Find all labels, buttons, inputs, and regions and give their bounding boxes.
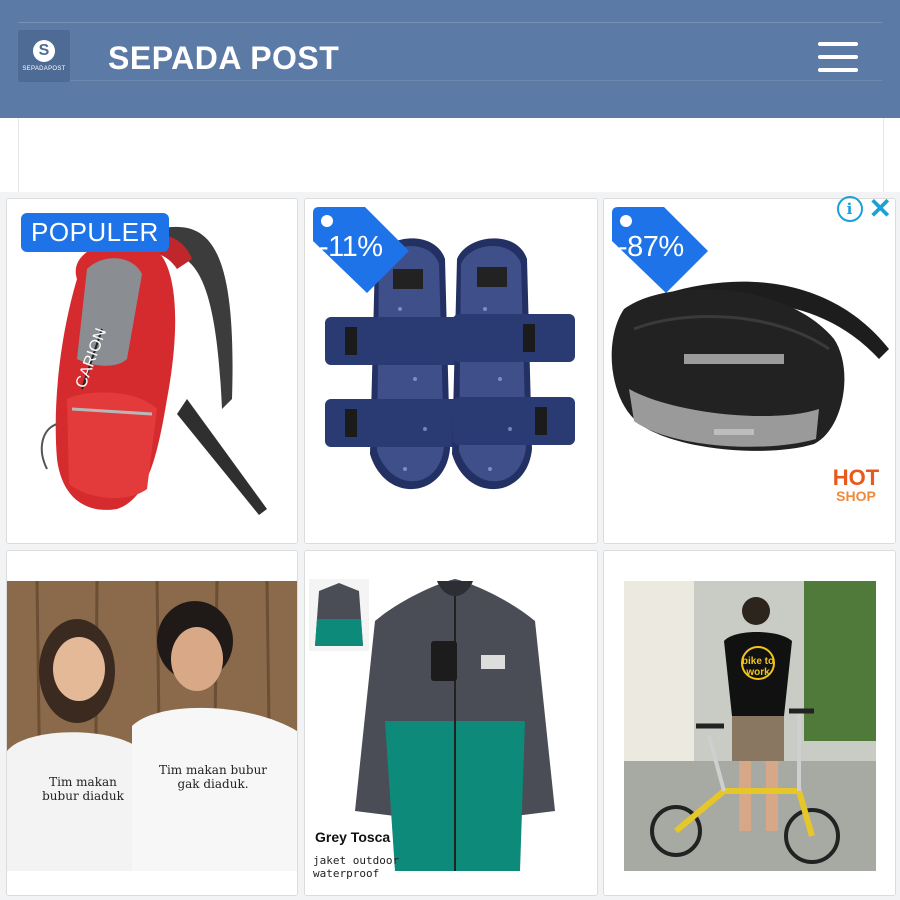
bike-shirt-text: bike to work <box>741 656 775 678</box>
logo-s-icon: S <box>33 40 55 62</box>
jacket-caption-title: Grey Tosca <box>315 829 391 845</box>
hot-shop-logo-top: HOT <box>832 465 880 490</box>
menu-bar <box>818 55 858 59</box>
couple-tshirts-image <box>7 551 297 895</box>
site-logo[interactable]: S SEPADAPOST <box>18 30 70 82</box>
shirt-text-left: Tim makan bubur diaduk <box>42 775 124 804</box>
product-card-couple-tshirts[interactable]: Tim makan bubur diaduk Tim makan bubur g… <box>6 550 298 896</box>
hot-shop-logo-bottom: SHOP <box>836 488 876 504</box>
header-divider-top <box>18 22 882 23</box>
hot-shop-logo: HOT SHOP <box>827 465 885 504</box>
ad-choices: i ✕ <box>836 195 892 223</box>
header-divider-bottom <box>18 80 882 81</box>
shirt-text-right: Tim makan bubur gak diaduk. <box>158 763 268 792</box>
jacket-caption-subtitle: jaket outdoor waterproof <box>313 853 400 881</box>
product-card-waist-bag[interactable]: -87% HOT SHOP <box>603 198 896 544</box>
product-card-backpack[interactable]: CARION POPULER <box>6 198 298 544</box>
discount-label: -11% <box>319 231 383 263</box>
product-card-jacket[interactable]: Grey Tosca jaket outdoor waterproof <box>304 550 598 896</box>
popular-badge: POPULER <box>21 213 169 252</box>
site-header: S SEPADAPOST SEPADA POST <box>0 0 900 118</box>
hamburger-menu-icon[interactable] <box>818 40 860 76</box>
site-title[interactable]: SEPADA POST <box>108 40 339 77</box>
menu-bar <box>818 42 858 46</box>
close-icon[interactable]: ✕ <box>869 195 892 223</box>
menu-bar <box>818 68 858 72</box>
product-card-folding-bike[interactable]: bike to work <box>603 550 896 896</box>
content-area <box>18 118 884 198</box>
folding-bike-image <box>604 551 895 895</box>
info-icon[interactable]: i <box>836 196 863 222</box>
page: S SEPADAPOST SEPADA POST i ✕ CARION POPU… <box>0 0 900 900</box>
logo-caption: SEPADAPOST <box>22 66 66 72</box>
product-card-sandals[interactable]: -11% <box>304 198 598 544</box>
discount-label: -87% <box>618 231 684 263</box>
